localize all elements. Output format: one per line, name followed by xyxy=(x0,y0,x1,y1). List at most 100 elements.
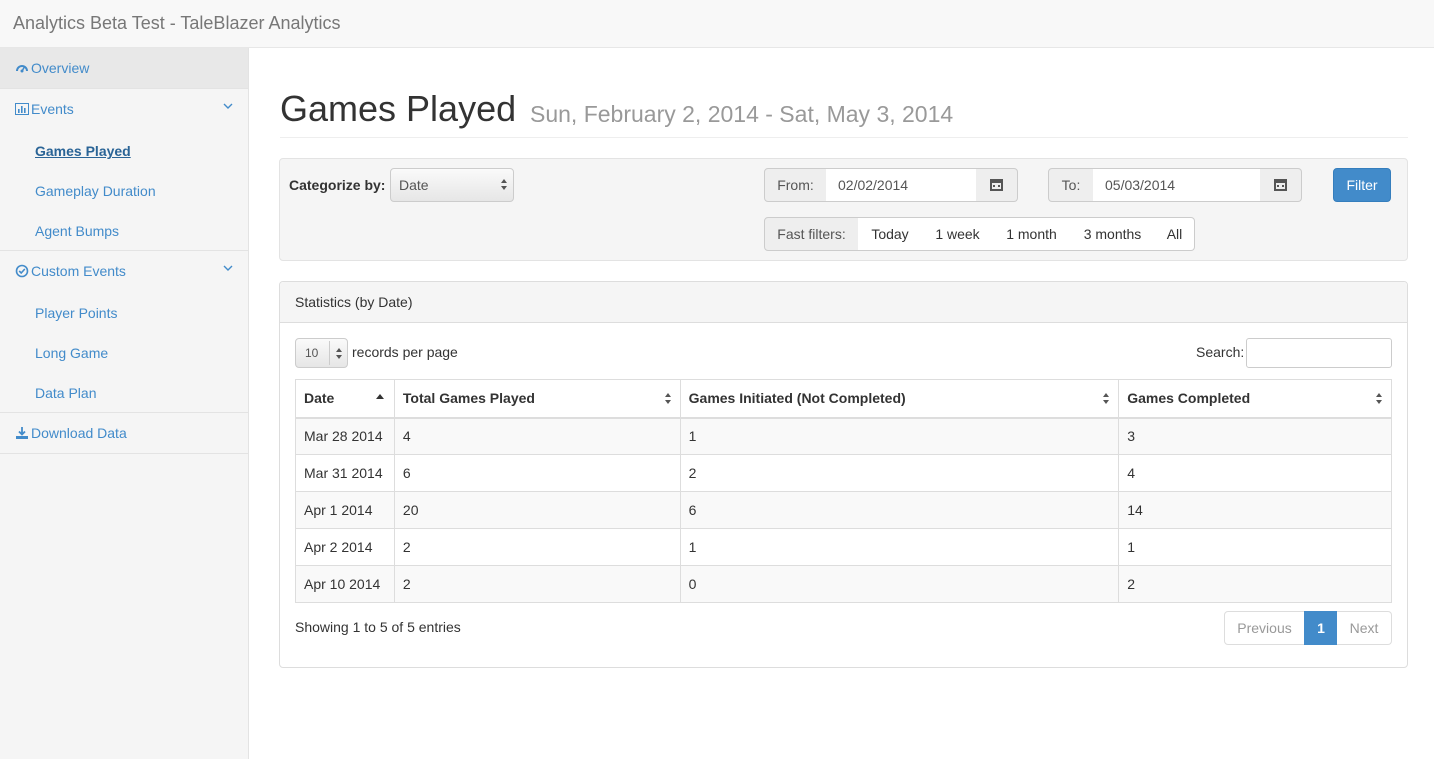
categorize-select[interactable]: Date xyxy=(390,168,514,202)
column-header-date[interactable]: Date xyxy=(295,379,395,419)
title-divider xyxy=(280,137,1408,138)
sort-ascending-icon xyxy=(375,394,384,399)
filter-button[interactable]: Filter xyxy=(1333,168,1391,202)
from-date-input[interactable]: 02/02/2014 xyxy=(826,168,977,202)
sidebar-item-label: Long Game xyxy=(35,345,109,361)
sidebar-group-events: Events Games Played Gameplay Duration Ag… xyxy=(0,89,248,251)
sort-icon xyxy=(1103,393,1110,405)
column-header-games-initiated[interactable]: Games Initiated (Not Completed) xyxy=(679,379,1120,419)
chevron-down-icon[interactable] xyxy=(222,100,234,112)
sidebar-item-label: Gameplay Duration xyxy=(35,183,156,199)
page-title: Games Played xyxy=(280,88,517,129)
table-cell: 2 xyxy=(1118,565,1392,603)
table-cell: 1 xyxy=(679,417,1120,455)
table-row: Apr 10 2014 2 0 2 xyxy=(295,565,1392,603)
table-cell: 20 xyxy=(393,491,681,529)
fast-filter-today[interactable]: Today xyxy=(858,217,923,251)
fast-filter-1-month[interactable]: 1 month xyxy=(993,217,1071,251)
sidebar-item-gameplay-duration[interactable]: Gameplay Duration xyxy=(0,170,248,210)
table-info: Showing 1 to 5 of 5 entries xyxy=(295,619,461,635)
pagination-page-1[interactable]: 1 xyxy=(1304,611,1338,645)
sidebar: Overview Events Games Played Gameplay Du… xyxy=(0,48,249,759)
sidebar-item-events[interactable]: Events xyxy=(0,89,248,130)
from-label: From: xyxy=(764,168,827,202)
table-cell: Apr 1 2014 xyxy=(295,491,395,529)
sidebar-item-agent-bumps[interactable]: Agent Bumps xyxy=(0,210,248,250)
table-row: Apr 1 2014 20 6 14 xyxy=(295,491,1392,529)
panel-title: Statistics (by Date) xyxy=(295,294,413,310)
pagination-previous[interactable]: Previous xyxy=(1224,611,1305,645)
bar-chart-icon xyxy=(15,103,29,115)
table-cell: 1 xyxy=(1118,528,1392,566)
column-header-total-games[interactable]: Total Games Played xyxy=(393,379,681,419)
sidebar-item-label: Games Played xyxy=(35,143,131,159)
sidebar-item-data-plan[interactable]: Data Plan xyxy=(0,372,248,412)
table-cell: Apr 10 2014 xyxy=(295,565,395,603)
sidebar-item-long-game[interactable]: Long Game xyxy=(0,332,248,372)
sidebar-item-download-data[interactable]: Download Data xyxy=(0,413,248,454)
sidebar-item-player-points[interactable]: Player Points xyxy=(0,292,248,332)
sidebar-item-label: Events xyxy=(31,101,74,117)
fast-filter-1-week[interactable]: 1 week xyxy=(922,217,994,251)
check-circle-icon xyxy=(15,264,29,278)
fast-filters-label: Fast filters: xyxy=(764,217,859,251)
table-cell: 2 xyxy=(393,528,681,566)
table-cell: 6 xyxy=(393,454,681,492)
calendar-icon xyxy=(990,179,1003,191)
table-cell: 2 xyxy=(393,565,681,603)
pagination-next[interactable]: Next xyxy=(1337,611,1392,645)
from-calendar-button[interactable] xyxy=(976,168,1018,202)
fast-filter-all[interactable]: All xyxy=(1155,217,1195,251)
statistics-table: Date Total Games Played Games Initiated … xyxy=(295,379,1392,603)
page-length-value: 10 xyxy=(305,346,319,360)
table-cell: 0 xyxy=(679,565,1120,603)
app-title[interactable]: Analytics Beta Test - TaleBlazer Analyti… xyxy=(13,13,341,34)
table-cell: 3 xyxy=(1118,417,1392,455)
column-header-label: Total Games Played xyxy=(402,390,535,407)
page-length-select[interactable]: 10 xyxy=(295,338,348,368)
table-cell: 6 xyxy=(679,491,1120,529)
sort-icon xyxy=(1376,393,1383,405)
sidebar-item-label: Overview xyxy=(31,60,90,76)
table-cell: 1 xyxy=(679,528,1120,566)
table-cell: Mar 28 2014 xyxy=(295,417,395,455)
calendar-icon xyxy=(1274,179,1287,191)
sidebar-item-custom-events[interactable]: Custom Events xyxy=(0,251,248,292)
column-header-label: Date xyxy=(304,390,335,407)
table-cell: 2 xyxy=(679,454,1120,492)
table-cell: 14 xyxy=(1118,491,1392,529)
table-cell: Apr 2 2014 xyxy=(295,528,395,566)
column-header-label: Games Completed xyxy=(1127,390,1251,407)
select-arrows-icon xyxy=(501,179,508,191)
download-icon xyxy=(16,427,28,439)
panel-heading: Statistics (by Date) xyxy=(280,282,1407,323)
to-date-input[interactable]: 05/03/2014 xyxy=(1093,168,1261,202)
search-label: Search: xyxy=(1196,344,1245,360)
chevron-down-icon[interactable] xyxy=(222,262,234,274)
to-label: To: xyxy=(1048,168,1094,202)
page-subtitle: Sun, February 2, 2014 - Sat, May 3, 2014 xyxy=(530,101,954,127)
table-row: Apr 2 2014 2 1 1 xyxy=(295,528,1392,566)
sidebar-item-overview[interactable]: Overview xyxy=(0,48,248,89)
sidebar-group-custom-events: Custom Events Player Points Long Game Da… xyxy=(0,251,248,413)
categorize-select-value: Date xyxy=(399,177,429,193)
top-navbar: Analytics Beta Test - TaleBlazer Analyti… xyxy=(0,0,1434,48)
to-calendar-button[interactable] xyxy=(1260,168,1302,202)
sidebar-item-label: Custom Events xyxy=(31,263,126,279)
page-length-label: records per page xyxy=(352,344,458,360)
column-header-games-completed[interactable]: Games Completed xyxy=(1118,379,1392,419)
sidebar-item-games-played[interactable]: Games Played xyxy=(0,130,248,170)
select-arrows-icon xyxy=(336,348,343,360)
sort-icon xyxy=(664,393,672,405)
select-divider xyxy=(329,341,330,365)
sidebar-item-label: Download Data xyxy=(31,425,127,441)
table-cell: Mar 31 2014 xyxy=(295,454,395,492)
column-header-label: Games Initiated (Not Completed) xyxy=(688,390,906,407)
table-row: Mar 31 2014 6 2 4 xyxy=(295,454,1392,492)
table-cell: 4 xyxy=(393,417,681,455)
table-row: Mar 28 2014 4 1 3 xyxy=(295,417,1392,455)
table-cell: 4 xyxy=(1118,454,1392,492)
sidebar-item-label: Data Plan xyxy=(35,385,97,401)
search-input[interactable] xyxy=(1246,338,1392,368)
fast-filter-3-months[interactable]: 3 months xyxy=(1070,217,1156,251)
